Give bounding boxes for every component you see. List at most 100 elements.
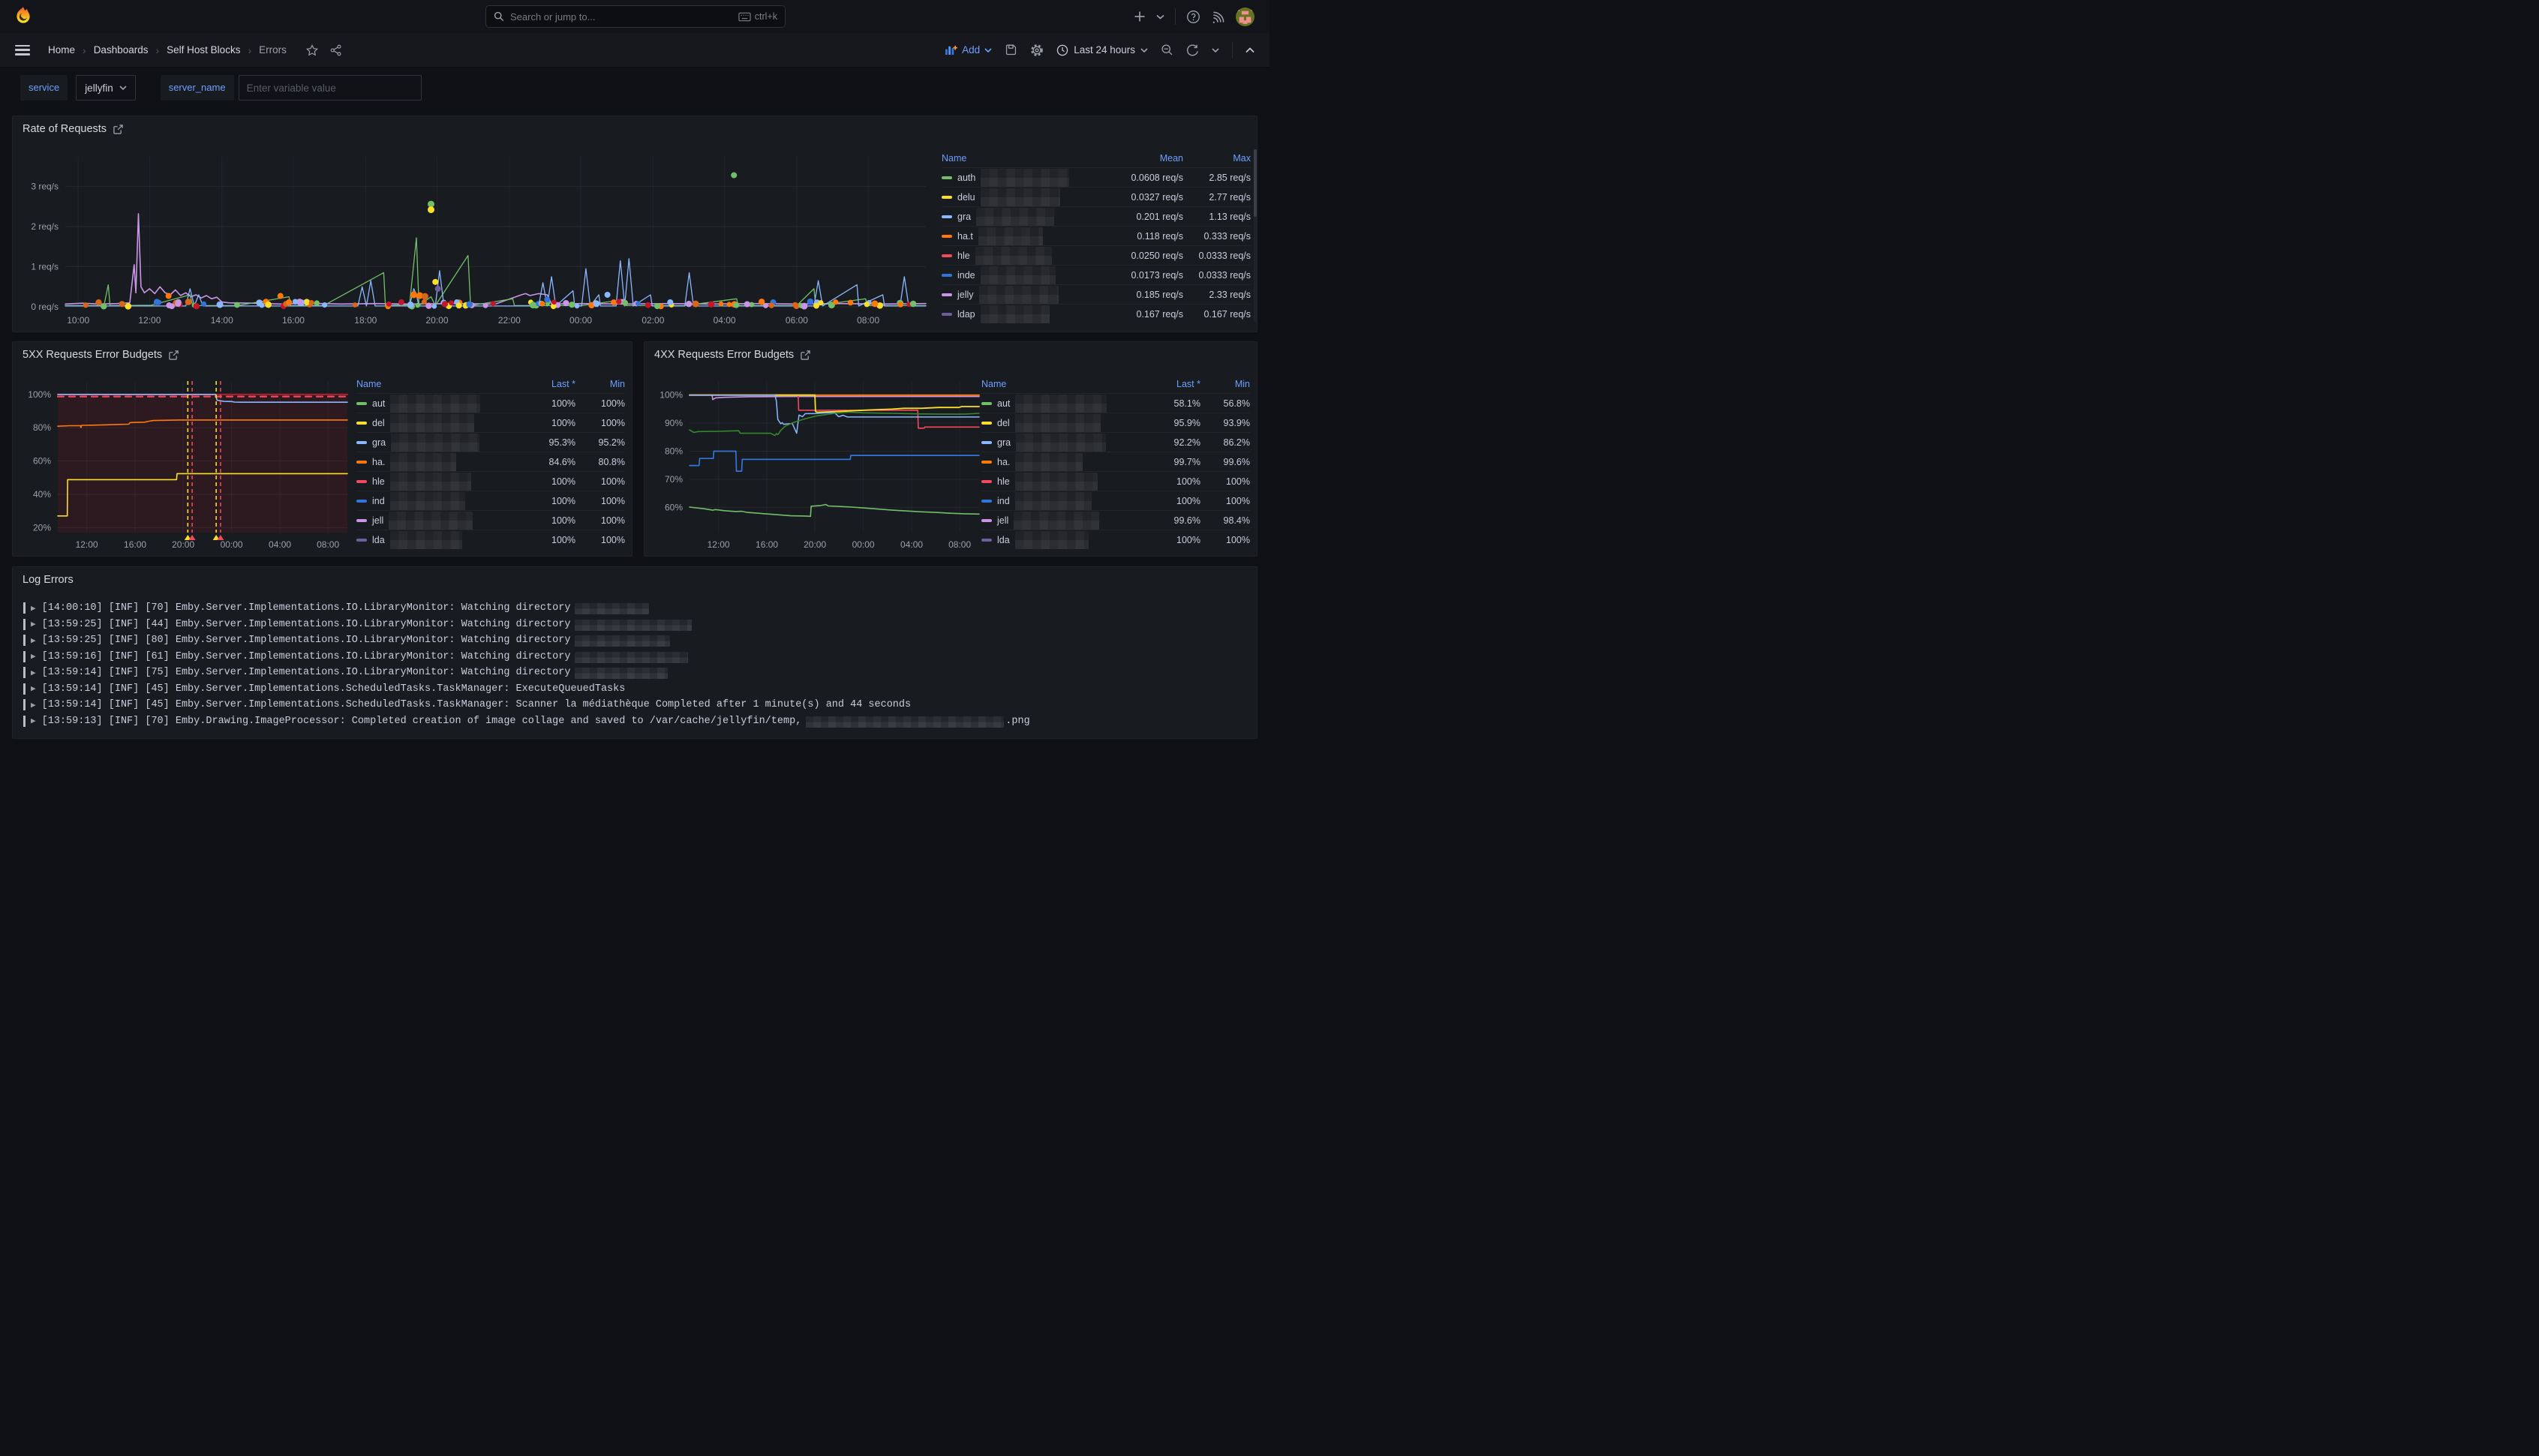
rate-chart-plot[interactable]: 0 req/s1 req/s2 req/s3 req/s10:0012:0014… [28,152,939,331]
add-panel-button[interactable]: Add [945,44,992,56]
series-name-prefix: hle [997,476,1010,487]
log-expand-chevron-icon[interactable]: ▶ [31,635,36,646]
legend-row[interactable]: ha.99.7%99.6% [981,452,1250,471]
legend-sort-col1[interactable]: Mean [1105,153,1183,164]
save-dashboard-button[interactable] [1005,44,1017,56]
share-icon[interactable] [330,44,342,56]
log-expand-chevron-icon[interactable]: ▶ [31,668,36,678]
series-name-prefix: ha. [372,457,385,467]
favorite-star-icon[interactable] [306,44,318,56]
legend-value-1: 0.0608 req/s [1105,173,1183,183]
help-icon[interactable] [1186,10,1200,24]
legend-sort-col2[interactable]: Min [1200,379,1250,389]
svg-text:00:00: 00:00 [852,539,875,550]
news-rss-icon[interactable] [1211,10,1225,24]
grafana-logo-icon[interactable] [14,6,33,27]
legend-row[interactable]: gra95.3%95.2% [356,432,625,452]
breadcrumb-folder[interactable]: Self Host Blocks [167,44,240,56]
legend-value-2: 99.6% [1200,457,1250,467]
log-level-bar [23,683,26,695]
refresh-interval-chevron-icon[interactable] [1212,48,1219,53]
legend-row[interactable]: inde0.0173 req/s0.0333 req/s [942,265,1251,284]
new-chevron-down-icon[interactable] [1156,14,1164,20]
legend-row[interactable]: gra0.201 req/s1.13 req/s [942,206,1251,226]
legend-row[interactable]: hle100%100% [981,471,1250,491]
legend-row[interactable]: del100%100% [356,413,625,432]
legend-row[interactable]: ha.84.6%80.8% [356,452,625,471]
series-color-swatch [981,402,992,405]
4xx-legend-table: NameLast *Min aut58.1%56.8%del95.9%93.9%g… [981,375,1250,549]
series-color-swatch [942,235,952,238]
legend-value-1: 0.185 req/s [1105,290,1183,300]
legend-row[interactable]: aut58.1%56.8% [981,393,1250,413]
legend-scrollbar[interactable] [1254,149,1257,322]
zoom-out-button[interactable] [1161,44,1173,56]
collapse-topbar-chevron-up-icon[interactable] [1245,47,1254,53]
legend-value-1: 100% [520,418,575,428]
log-row[interactable]: ▶[13:59:16] [INF] [61] Emby.Server.Imple… [23,649,1246,665]
time-range-picker[interactable]: Last 24 hours [1056,44,1148,56]
log-row[interactable]: ▶[13:59:25] [INF] [44] Emby.Server.Imple… [23,617,1246,633]
log-row[interactable]: ▶[13:59:14] [INF] [75] Emby.Server.Imple… [23,665,1246,681]
log-expand-chevron-icon[interactable]: ▶ [31,683,36,694]
legend-sort-name[interactable]: Name [356,379,520,389]
legend-row[interactable]: del95.9%93.9% [981,413,1250,432]
4xx-chart-plot[interactable]: 100%90%80%70%60%12:0016:0020:0000:0004:0… [655,375,985,552]
legend-row[interactable]: ind100%100% [356,491,625,510]
log-expand-chevron-icon[interactable]: ▶ [31,603,36,614]
legend-row[interactable]: auth0.0608 req/s2.85 req/s [942,167,1251,187]
legend-sort-col1[interactable]: Last * [1145,379,1200,389]
menu-toggle-icon[interactable] [15,45,30,56]
external-link-icon[interactable] [113,125,123,134]
log-expand-chevron-icon[interactable]: ▶ [31,716,36,726]
legend-row[interactable]: ind100%100% [981,491,1250,510]
legend-sort-name[interactable]: Name [942,153,1105,164]
log-expand-chevron-icon[interactable]: ▶ [31,700,36,710]
legend-row[interactable]: gra92.2%86.2% [981,432,1250,452]
legend-row[interactable]: ha.t0.118 req/s0.333 req/s [942,226,1251,245]
refresh-button[interactable] [1186,44,1199,56]
log-row[interactable]: ▶[14:00:10] [INF] [70] Emby.Server.Imple… [23,600,1246,617]
variable-server-name-input[interactable] [239,75,422,101]
redacted-series-name [981,266,1056,284]
5xx-chart-plot[interactable]: 100%80%60%40%20%12:0016:0020:0000:0004:0… [23,375,353,552]
legend-row[interactable]: jelly0.185 req/s2.33 req/s [942,284,1251,304]
legend-sort-col2[interactable]: Max [1183,153,1251,164]
log-row[interactable]: ▶[13:59:14] [INF] [45] Emby.Server.Imple… [23,697,1246,713]
dashboard-settings-gear-icon[interactable] [1030,44,1044,57]
legend-row[interactable]: hle0.0250 req/s0.0333 req/s [942,245,1251,265]
legend-value-2: 100% [1200,476,1250,487]
user-avatar[interactable] [1236,8,1254,26]
external-link-icon[interactable] [169,350,179,360]
legend-value-1: 100% [1145,496,1200,506]
svg-text:20%: 20% [33,522,51,533]
legend-sort-col1[interactable]: Last * [520,379,575,389]
log-expand-chevron-icon[interactable]: ▶ [31,651,36,662]
legend-value-2: 0.0333 req/s [1183,270,1251,281]
legend-row[interactable]: lda100%100% [981,530,1250,549]
log-row[interactable]: ▶[13:59:25] [INF] [80] Emby.Server.Imple… [23,632,1246,649]
legend-sort-name[interactable]: Name [981,379,1145,389]
legend-row[interactable]: jell100%100% [356,510,625,530]
log-row[interactable]: ▶[13:59:14] [INF] [45] Emby.Server.Imple… [23,681,1246,698]
breadcrumb-home[interactable]: Home [48,44,75,56]
legend-row[interactable]: aut100%100% [356,393,625,413]
external-link-icon[interactable] [801,350,810,360]
redacted-series-name [975,247,1052,265]
redacted-log-text [575,668,668,679]
log-expand-chevron-icon[interactable]: ▶ [31,619,36,629]
variable-service-select[interactable]: jellyfin [76,75,136,101]
legend-row[interactable]: hle100%100% [356,471,625,491]
panel-log-errors: Log Errors ▶[14:00:10] [INF] [70] Emby.S… [12,566,1257,739]
series-name-prefix: ha.t [957,231,973,242]
search-input[interactable]: Search or jump to... ctrl+k [485,5,786,28]
log-row[interactable]: ▶[13:59:13] [INF] [70] Emby.Drawing.Imag… [23,713,1246,730]
new-plus-button[interactable] [1134,11,1146,23]
breadcrumb-dashboards[interactable]: Dashboards [94,44,149,56]
legend-row[interactable]: lda100%100% [356,530,625,549]
legend-row[interactable]: ldap0.167 req/s0.167 req/s [942,304,1251,323]
panel-title: Rate of Requests [23,123,107,135]
legend-sort-col2[interactable]: Min [575,379,625,389]
legend-row[interactable]: jell99.6%98.4% [981,510,1250,530]
legend-row[interactable]: delu0.0327 req/s2.77 req/s [942,187,1251,206]
